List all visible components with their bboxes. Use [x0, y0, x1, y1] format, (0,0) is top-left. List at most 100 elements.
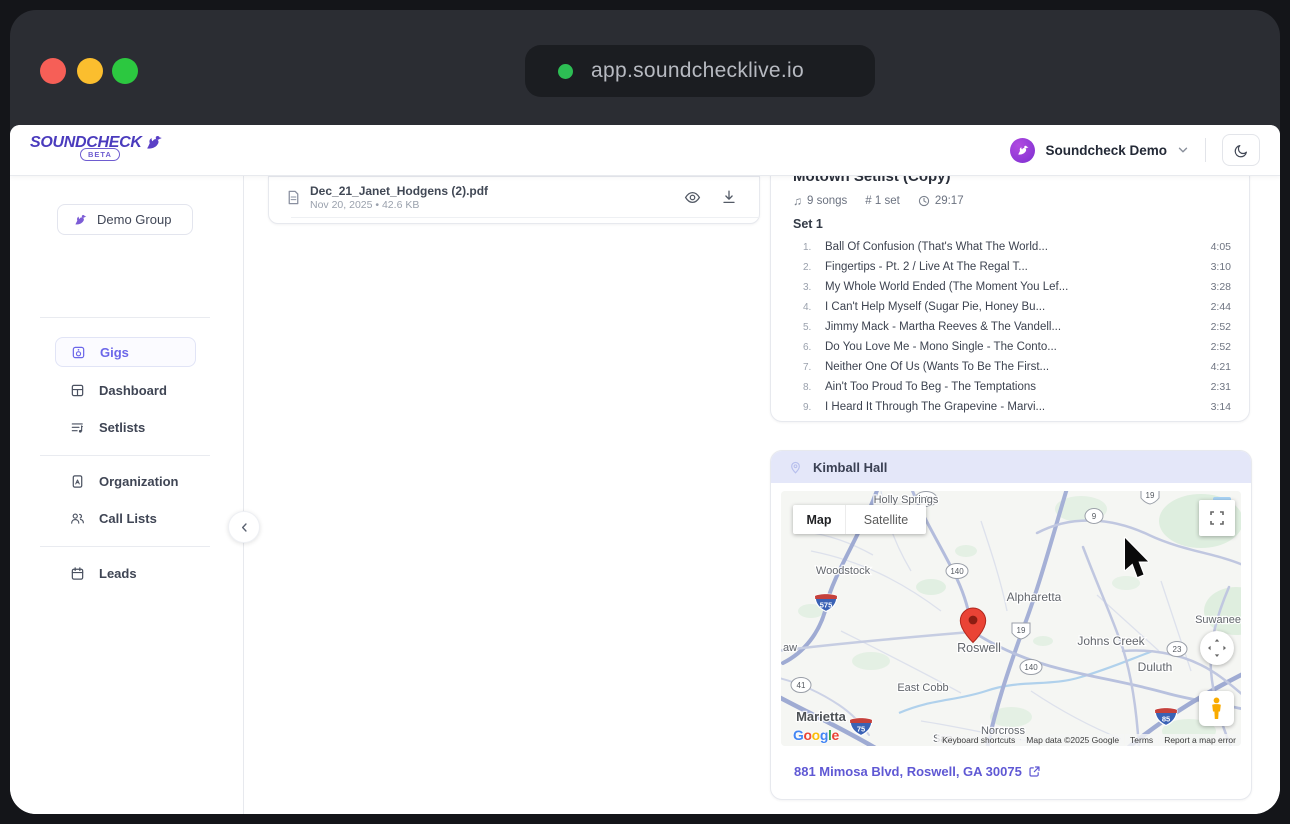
preview-eye-icon[interactable] [684, 189, 701, 206]
google-letter: o [812, 727, 820, 743]
secure-dot-icon [558, 64, 573, 79]
music-note-icon: ♫ [793, 194, 802, 208]
app-viewport: SOUNDCHECK BETA Soundcheck Demo [10, 125, 1280, 814]
google-logo[interactable]: Google [793, 727, 839, 743]
sidebar-item-label: Leads [99, 566, 137, 581]
group-bird-icon [73, 212, 88, 227]
route-shield-label: 140 [950, 567, 964, 576]
song-title: I Can't Help Myself (Sugar Pie, Honey Bu… [815, 301, 1211, 313]
song-row[interactable]: 3. My Whole World Ended (The Moment You … [793, 277, 1231, 297]
close-window-button[interactable] [40, 58, 66, 84]
avatar-bird-icon [1016, 143, 1030, 157]
song-row[interactable]: 8. Ain't Too Proud To Beg - The Temptati… [793, 377, 1231, 397]
map-label-east-cobb: East Cobb [897, 682, 948, 694]
setlist-card: Motown Setlist (Copy) ♫ 9 songs # 1 set [770, 175, 1250, 422]
song-row[interactable]: 5. Jimmy Mack - Martha Reeves & The Vand… [793, 317, 1231, 337]
song-list: 1. Ball Of Confusion (That's What The Wo… [793, 237, 1231, 417]
mouse-cursor [1122, 536, 1154, 582]
song-row[interactable]: 4. I Can't Help Myself (Sugar Pie, Honey… [793, 297, 1231, 317]
map-type-map-button[interactable]: Map [793, 505, 845, 534]
moon-icon [1234, 143, 1249, 158]
logo-bird-icon [144, 132, 164, 152]
song-number: 2. [793, 262, 815, 273]
app-header: SOUNDCHECK BETA Soundcheck Demo [10, 125, 1280, 176]
pegman-icon [1210, 697, 1223, 721]
sidebar-item-label: Setlists [99, 420, 145, 435]
sidebar-item-label: Organization [99, 474, 178, 489]
fullscreen-button[interactable] [1199, 500, 1235, 536]
dark-mode-toggle[interactable] [1222, 134, 1260, 166]
map-label-suwanee: Suwanee [1195, 614, 1241, 626]
song-title: Fingertips - Pt. 2 / Live At The Regal T… [815, 261, 1211, 273]
song-title: Ball Of Confusion (That's What The World… [815, 241, 1211, 253]
route-shield-label: 19 [1146, 491, 1155, 500]
sidebar-item-setlists[interactable]: Setlists [55, 412, 205, 442]
group-selector-button[interactable]: Demo Group [57, 204, 193, 235]
song-title: I Heard It Through The Grapevine - Marvi… [815, 401, 1211, 413]
terms-link[interactable]: Terms [1125, 734, 1158, 746]
google-letter: e [831, 727, 838, 743]
screen: { "colors": { "brand_purple": "#4a3bbd",… [0, 0, 1290, 824]
map-label-kennesaw: aw [783, 642, 797, 654]
interstate-shield-label: 575 [820, 601, 833, 610]
file-name: Dec_21_Janet_Hodgens (2).pdf [310, 184, 488, 198]
sidebar-divider [40, 317, 210, 318]
sidebar-item-gigs[interactable]: Gigs [55, 337, 196, 367]
street-view-pegman[interactable] [1199, 691, 1234, 726]
document-icon [70, 474, 85, 489]
song-title: Ain't Too Proud To Beg - The Temptations [815, 381, 1211, 393]
account-avatar[interactable] [1010, 138, 1035, 163]
sidebar-item-dashboard[interactable]: Dashboard [55, 375, 205, 405]
pan-arrows-icon [1206, 637, 1228, 659]
song-duration: 3:10 [1211, 261, 1231, 273]
grid-icon [70, 383, 85, 398]
zoom-window-button[interactable] [112, 58, 138, 84]
google-letter: g [820, 727, 828, 743]
song-row[interactable]: 9. I Heard It Through The Grapevine - Ma… [793, 397, 1231, 417]
report-map-error-link[interactable]: Report a map error [1159, 734, 1241, 746]
sidebar-item-leads[interactable]: Leads [55, 558, 205, 588]
sidebar: Demo Group Gigs Dashboard [10, 175, 244, 814]
keyboard-shortcuts-link[interactable]: Keyboard shortcuts [937, 734, 1020, 746]
interstate-shield-label: 85 [1162, 715, 1170, 724]
file-actions [684, 177, 737, 217]
calendar-icon [70, 566, 85, 581]
venue-name: Kimball Hall [813, 460, 887, 475]
map-label-marietta: Marietta [796, 709, 847, 724]
map-type-satellite-button[interactable]: Satellite [845, 505, 926, 534]
file-row[interactable]: Dec_21_Janet_Hodgens (2).pdf Nov 20, 202… [269, 177, 759, 217]
song-row[interactable]: 2. Fingertips - Pt. 2 / Live At The Rega… [793, 257, 1231, 277]
google-map[interactable]: 140 140 140 9 19 19 23 41 575 75 [781, 491, 1241, 746]
venue-address-link[interactable]: 881 Mimosa Blvd, Roswell, GA 30075 [794, 764, 1041, 779]
venue-header: Kimball Hall [771, 451, 1251, 483]
sidebar-collapse-button[interactable] [228, 511, 260, 543]
pan-control[interactable] [1200, 631, 1234, 665]
song-title: Jimmy Mack - Martha Reeves & The Vandell… [815, 321, 1211, 333]
song-duration: 4:21 [1211, 361, 1231, 373]
map-attribution: Keyboard shortcuts Map data ©2025 Google… [937, 733, 1241, 746]
song-row[interactable]: 1. Ball Of Confusion (That's What The Wo… [793, 237, 1231, 257]
song-number: 1. [793, 242, 815, 253]
song-duration: 2:52 [1211, 321, 1231, 333]
setlist-icon [70, 420, 85, 435]
route-shield-label: 140 [1024, 663, 1038, 672]
sets-count: # 1 set [865, 195, 900, 207]
browser-window: app.soundchecklive.io SOUNDCHECK BETA So… [10, 10, 1280, 814]
set-heading: Set 1 [793, 217, 1231, 231]
sidebar-item-call-lists[interactable]: Call Lists [55, 503, 205, 533]
song-duration: 3:14 [1211, 401, 1231, 413]
map-label-duluth: Duluth [1138, 660, 1173, 674]
route-shield-label: 9 [1092, 512, 1097, 521]
beta-badge: BETA [80, 148, 120, 161]
sidebar-item-organization[interactable]: Organization [55, 466, 205, 496]
download-icon[interactable] [721, 189, 737, 205]
song-row[interactable]: 7. Neither One Of Us (Wants To Be The Fi… [793, 357, 1231, 377]
song-title: Neither One Of Us (Wants To Be The First… [815, 361, 1211, 373]
setlist-title: Motown Setlist (Copy) [793, 175, 1231, 187]
minimize-window-button[interactable] [77, 58, 103, 84]
song-row[interactable]: 6. Do You Love Me - Mono Single - The Co… [793, 337, 1231, 357]
address-bar[interactable]: app.soundchecklive.io [525, 45, 875, 97]
map-label-woodstock: Woodstock [816, 565, 871, 577]
amp-icon [71, 345, 86, 360]
chevron-down-icon[interactable] [1177, 144, 1189, 156]
